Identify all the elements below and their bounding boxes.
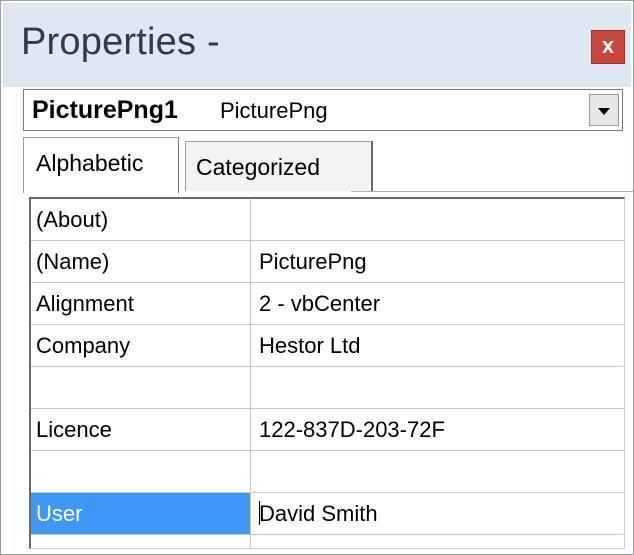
- property-row-empty-2[interactable]: [31, 451, 624, 493]
- close-icon: x: [601, 33, 615, 58]
- property-value[interactable]: [251, 367, 624, 408]
- tab-alphabetic-label: Alphabetic: [36, 150, 144, 176]
- property-row-name[interactable]: (Name) PicturePng: [31, 241, 624, 283]
- property-value[interactable]: PicturePng: [251, 241, 624, 282]
- tab-categorized-label: Categorized: [196, 154, 321, 180]
- property-row-empty-1[interactable]: [31, 367, 624, 409]
- property-name[interactable]: (About): [31, 199, 251, 240]
- property-value[interactable]: [251, 451, 624, 492]
- property-name[interactable]: [31, 451, 251, 492]
- tab-divider: [351, 191, 634, 192]
- property-name[interactable]: User: [31, 493, 251, 534]
- dropdown-button[interactable]: [589, 94, 619, 126]
- property-name[interactable]: Company: [31, 325, 251, 366]
- property-value[interactable]: [251, 199, 624, 240]
- close-button[interactable]: x: [591, 30, 625, 64]
- property-value[interactable]: [251, 535, 624, 548]
- properties-window: Properties - x PicturePng1 PicturePng Al…: [0, 0, 634, 555]
- property-value-editor[interactable]: David Smith: [251, 493, 624, 534]
- property-name[interactable]: Licence: [31, 409, 251, 450]
- property-row-user[interactable]: User David Smith: [31, 493, 624, 535]
- property-row-about[interactable]: (About): [31, 199, 624, 241]
- property-name[interactable]: (Name): [31, 241, 251, 282]
- tab-categorized[interactable]: Categorized: [185, 141, 373, 191]
- property-value-text: David Smith: [259, 501, 378, 526]
- object-selector-dropdown[interactable]: PicturePng1 PicturePng: [23, 89, 623, 131]
- tab-alphabetic[interactable]: Alphabetic: [23, 137, 179, 193]
- property-row-licence[interactable]: Licence 122-837D-203-72F: [31, 409, 624, 451]
- property-value[interactable]: 2 - vbCenter: [251, 283, 624, 324]
- object-type: PicturePng: [220, 98, 328, 123]
- property-name[interactable]: [31, 535, 251, 548]
- property-value[interactable]: Hestor Ltd: [251, 325, 624, 366]
- property-row-alignment[interactable]: Alignment 2 - vbCenter: [31, 283, 624, 325]
- window-title: Properties -: [21, 21, 220, 63]
- property-value[interactable]: 122-837D-203-72F: [251, 409, 624, 450]
- property-name[interactable]: [31, 367, 251, 408]
- property-row-company[interactable]: Company Hestor Ltd: [31, 325, 624, 367]
- property-grid: (About) (Name) PicturePng Alignment 2 - …: [29, 197, 625, 549]
- chevron-down-icon: [598, 108, 610, 115]
- title-bar[interactable]: Properties - x: [3, 3, 631, 87]
- object-name: PicturePng1: [32, 96, 178, 124]
- property-name[interactable]: Alignment: [31, 283, 251, 324]
- tab-strip: Alphabetic Categorized: [23, 137, 634, 193]
- property-row-empty-3[interactable]: [31, 535, 624, 548]
